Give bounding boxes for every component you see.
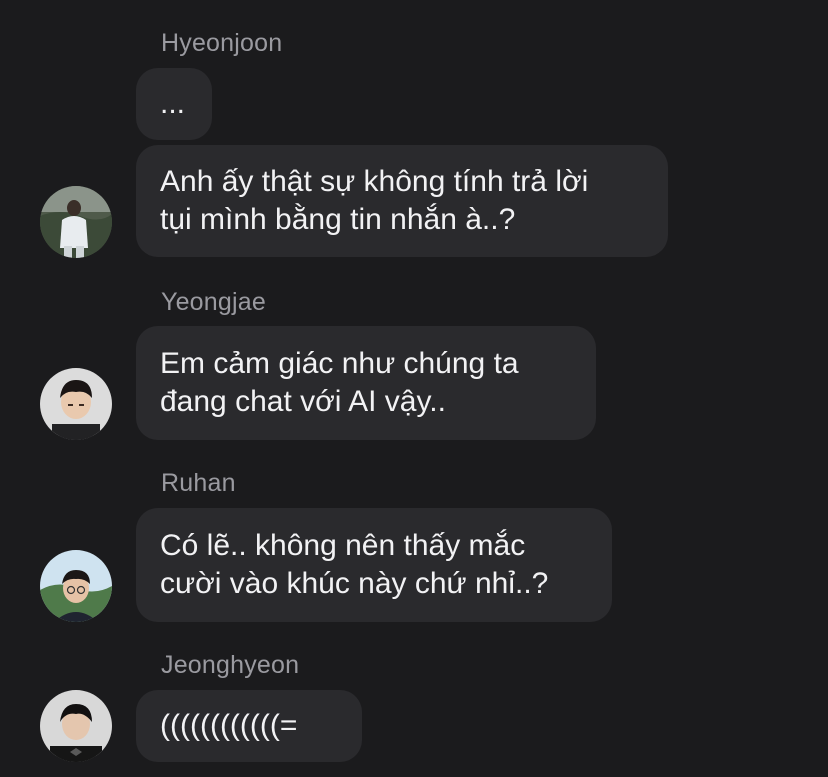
sender-name: Ruhan bbox=[161, 469, 236, 497]
avatar[interactable] bbox=[40, 550, 112, 622]
sender-name: Yeongjae bbox=[161, 288, 266, 316]
message-bubble[interactable]: Có lẽ.. không nên thấy mắc cười vào khúc… bbox=[136, 508, 612, 622]
avatar[interactable] bbox=[40, 690, 112, 762]
chat-thread: Hyeonjoon ... Anh ấy thật sự không tính … bbox=[0, 0, 828, 777]
avatar-photo bbox=[40, 368, 112, 440]
message-bubble[interactable]: ((((((((((((= bbox=[136, 690, 362, 762]
message-bubble[interactable]: ... bbox=[136, 68, 212, 140]
avatar[interactable] bbox=[40, 186, 112, 258]
avatar-photo bbox=[40, 550, 112, 622]
avatar-photo bbox=[40, 690, 112, 762]
sender-name: Jeonghyeon bbox=[161, 651, 300, 679]
message-bubble[interactable]: Anh ấy thật sự không tính trả lời tụi mì… bbox=[136, 145, 668, 257]
message-bubble[interactable]: Em cảm giác như chúng ta đang chat với A… bbox=[136, 326, 596, 440]
avatar[interactable] bbox=[40, 368, 112, 440]
sender-name: Hyeonjoon bbox=[161, 29, 283, 57]
avatar-photo bbox=[40, 186, 112, 258]
